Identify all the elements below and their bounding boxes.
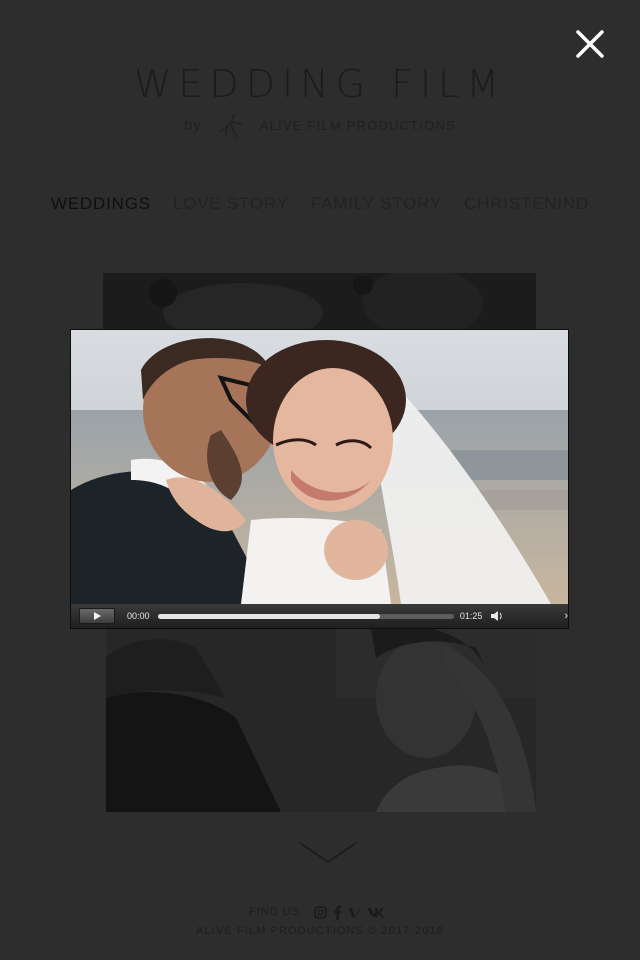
logo-title: WEDDING FILM [133, 62, 507, 106]
lightbox-page: WEDDING FILM by ALIVE FILM PRODUCTIONS W… [0, 0, 640, 960]
find-us-label: FIND US [249, 906, 300, 918]
video-still [71, 330, 568, 604]
seek-bar[interactable] [157, 613, 454, 619]
nav-item-weddings[interactable]: WEDDINGS [40, 194, 162, 214]
logo-mark-icon [219, 113, 242, 139]
close-button[interactable] [570, 24, 610, 64]
duration: 01:25 [459, 611, 483, 621]
logo-by: by [184, 116, 202, 134]
play-button[interactable] [79, 608, 115, 624]
close-icon [576, 30, 604, 58]
footer-find-us: FIND US [0, 904, 640, 920]
video-player[interactable]: 00:00 01:25 › [71, 330, 568, 628]
background-photo-bottom [106, 628, 536, 812]
vimeo-icon[interactable] [348, 904, 361, 920]
copyright: ALIVE FILM PRODUCTIONS © 2017-2018 [196, 925, 444, 937]
logo-subtitle: by ALIVE FILM PRODUCTIONS [0, 110, 640, 140]
volume-icon[interactable] [490, 610, 504, 622]
vk-icon[interactable] [367, 904, 385, 920]
instagram-icon[interactable] [314, 904, 327, 920]
video-frame[interactable] [71, 330, 568, 604]
category-nav: WEDDINGS LOVE STORY FAMILY STORY CHRISTE… [0, 194, 640, 214]
background-photo-top [103, 273, 536, 331]
logo-company: ALIVE FILM PRODUCTIONS [259, 117, 456, 133]
nav-item-family-story[interactable]: FAMILY STORY [300, 194, 453, 214]
more-button[interactable]: › [564, 610, 568, 622]
facebook-icon[interactable] [333, 904, 342, 920]
play-icon [93, 612, 101, 620]
chevron-down-icon[interactable] [298, 840, 358, 866]
seek-bar-buffered [157, 613, 380, 619]
nav-item-love-story[interactable]: LOVE STORY [162, 194, 300, 214]
video-controls: 00:00 01:25 › [71, 604, 568, 628]
current-time: 00:00 [126, 611, 150, 621]
nav-item-christenind[interactable]: CHRISTENIND [453, 194, 600, 214]
